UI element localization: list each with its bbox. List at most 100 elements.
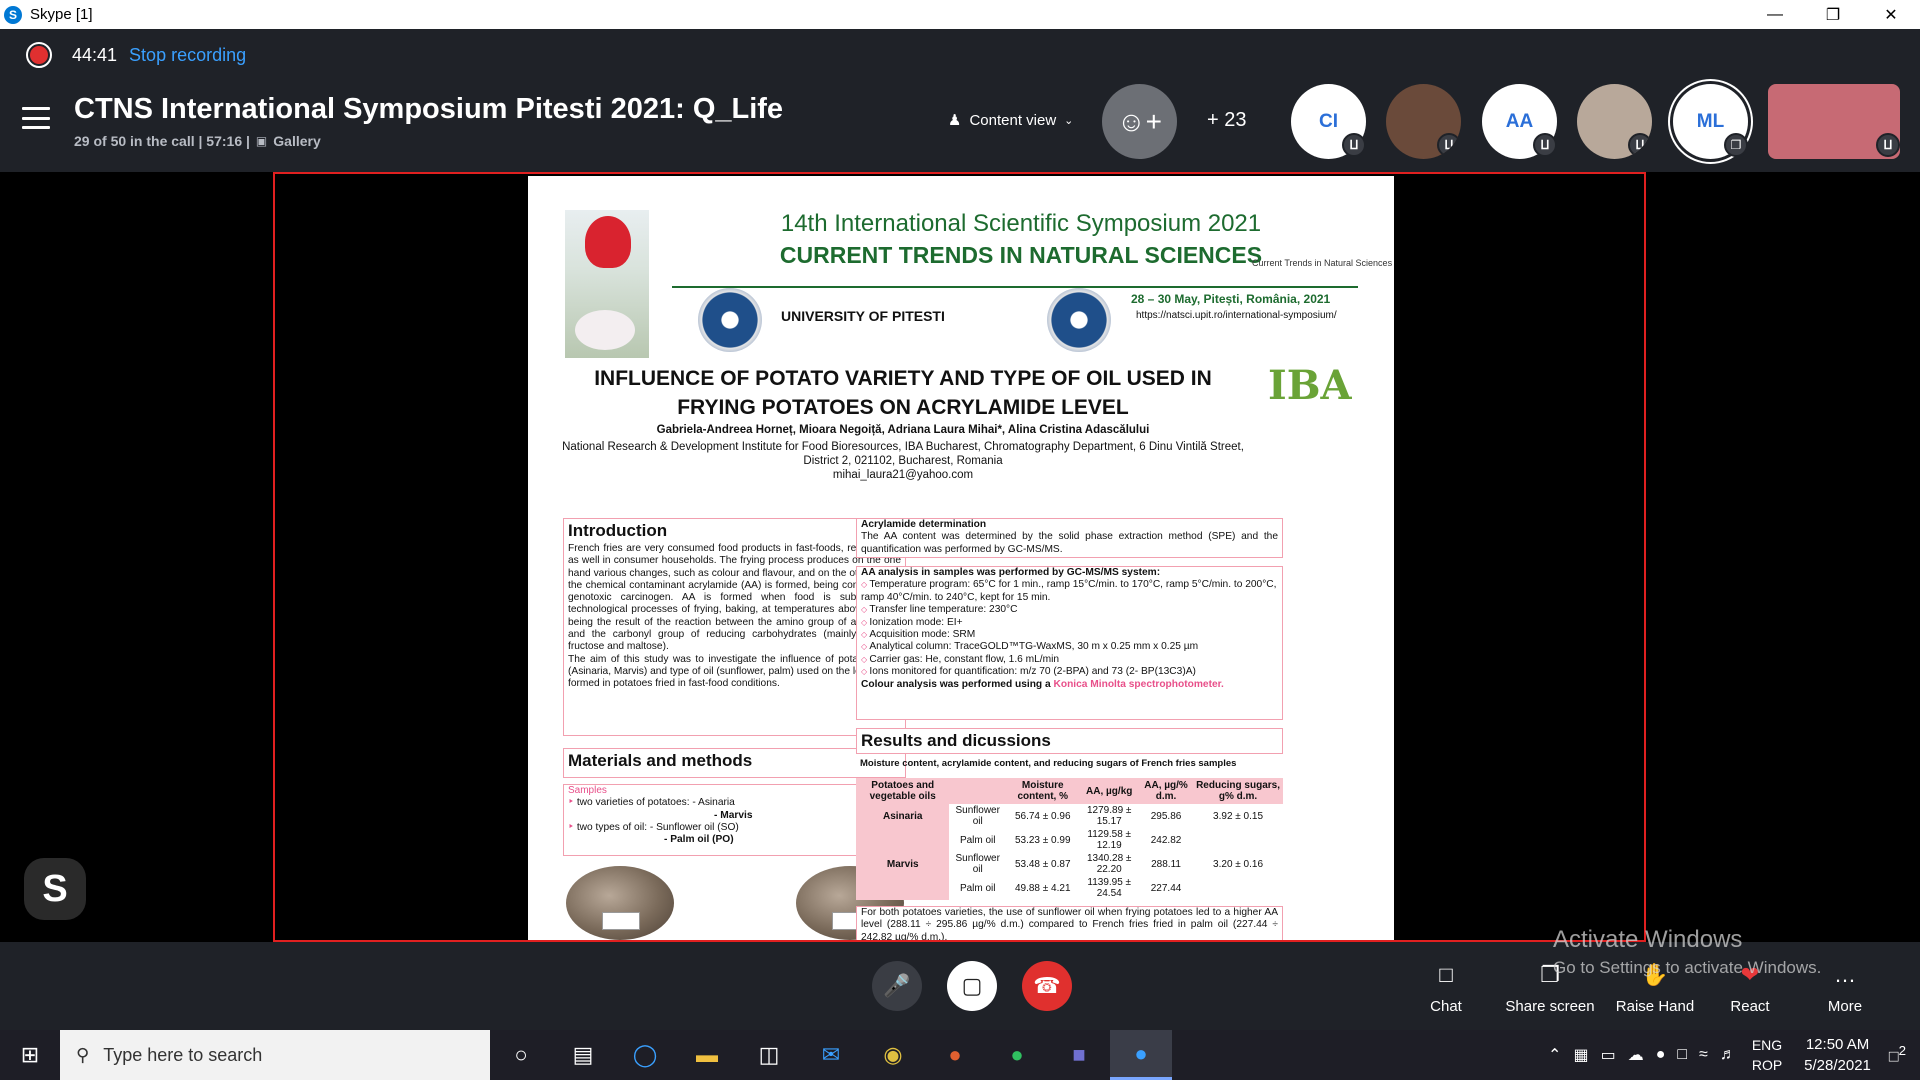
recording-bar: 44:41 Stop recording [26,39,246,71]
university-name: UNIVERSITY OF PITESTI [781,308,945,324]
notification-center-icon[interactable]: □2 [1889,1043,1906,1066]
call-stage: 14th International Scientific Symposium … [0,172,1920,942]
tray-chevron-up-icon[interactable]: ⌃ [1548,1045,1561,1065]
avatar-initials: AA [1505,110,1534,132]
mic-muted-icon: ⨿ [1876,133,1900,157]
view-mode[interactable]: Gallery [273,133,320,149]
microphone-icon[interactable]: ● [1656,1046,1666,1064]
more-label: More [1827,998,1863,1015]
methods-heading-box: Materials and methods [563,748,906,778]
chrome-icon[interactable]: ◉ [862,1030,924,1080]
volume-icon[interactable]: ♬ [1720,1046,1736,1064]
call-title: CTNS International Symposium Pitesti 202… [74,93,784,125]
table-header-row: Potatoes and vegetable oils Moisture con… [856,778,1283,804]
hang-up-button[interactable]: ☎ [1022,961,1072,1011]
poster-title: INFLUENCE OF POTATO VARIETY AND TYPE OF … [594,367,1212,419]
powerpoint-icon[interactable]: ● [924,1030,986,1080]
file-explorer-icon[interactable]: ▬ [676,1030,738,1080]
battery-icon[interactable]: ▭ [1601,1045,1616,1065]
gcms-parameter: Transfer line temperature: 230°C [861,604,1278,616]
add-people-button[interactable]: ☺+ [1102,84,1177,159]
affiliation-text: National Research & Development Institut… [562,441,1244,467]
divider [672,286,1358,288]
chat-label: Chat [1430,998,1462,1015]
watermark-subtitle: Go to Settings to activate Windows. [1553,958,1822,977]
samples-line: - Marvis [714,809,753,821]
symposium-title: 14th International Scientific Symposium … [780,210,1262,237]
results-heading-box: Results and dicussions [856,728,1283,754]
more-participants-count[interactable]: + 23 [1207,109,1246,132]
keyboard-layout: ROP [1751,1057,1783,1073]
wifi-icon[interactable]: ≈ [1699,1046,1708,1064]
clock-date: 5/28/2021 [1804,1057,1871,1074]
conclusion-box: For both potatoes varieties, the use of … [856,906,1283,940]
taskbar-search-box[interactable]: ⚲ Type here to search [60,1030,490,1080]
avatar[interactable]: AA ⨿ [1482,84,1557,159]
table-header: Moisture content, % [1006,778,1080,804]
security-icon[interactable]: □ [1677,1046,1687,1064]
poster-authors: Gabriela-Andreea Horneț, Mioara Negoiță,… [656,424,1150,436]
tray-device-icon[interactable]: ▦ [1573,1045,1588,1065]
edge-icon[interactable]: ◯ [614,1030,676,1080]
menu-icon[interactable] [22,107,50,129]
close-button[interactable]: ✕ [1862,0,1920,29]
introduction-text: French fries are very consumed food prod… [568,543,901,653]
record-icon [26,42,52,68]
content-view-label: Content view [969,111,1057,129]
window-controls: — ❐ ✕ [1746,0,1920,29]
restore-button[interactable]: ❐ [1804,0,1862,29]
samples-label: Samples [568,785,607,796]
skype-logo-icon[interactable]: S [24,858,86,920]
gcms-parameter: Ions monitored for quantification: m/z 7… [861,666,1278,678]
input-language[interactable]: ENG ROP [1752,1035,1782,1075]
phone-end-icon: ☎ [1033,973,1061,998]
gcms-parameter: Temperature program: 65°C for 1 min., ra… [861,579,1278,604]
introduction-heading: Introduction [568,521,668,540]
acrylamide-text: The AA content was determined by the sol… [861,531,1278,555]
stop-recording-link[interactable]: Stop recording [129,45,246,66]
taskbar-clock[interactable]: 12:50 AM 5/28/2021 [1804,1034,1871,1076]
video-button[interactable]: ▢ [947,961,997,1011]
chat-icon: □ [1439,962,1453,987]
watermark-title: Activate Windows [1553,926,1743,953]
minimize-button[interactable]: — [1746,0,1804,29]
table-header: AA, µg/% d.m. [1138,778,1194,804]
skype-taskbar-icon[interactable]: ● [1110,1030,1172,1080]
mic-muted-icon: ⨿ [1628,133,1652,157]
table-row: Palm oil 49.88 ± 4.21 1139.95 ± 24.54 22… [856,876,1283,900]
mail-icon[interactable]: ✉ [800,1030,862,1080]
table-row: Asinaria Sunflower oil 56.74 ± 0.96 1279… [856,804,1283,828]
mic-muted-icon: ⨿ [1437,133,1461,157]
spotify-icon[interactable]: ● [986,1030,1048,1080]
content-view-dropdown[interactable]: ♟ Content view ⌄ [948,111,1074,130]
video-tile[interactable]: ⨿ [1768,84,1900,159]
windows-start-icon[interactable]: ⊞ [0,1030,60,1080]
teams-icon[interactable]: ■ [1048,1030,1110,1080]
chevron-down-icon: ⌄ [1064,114,1074,127]
shared-screen: 14th International Scientific Symposium … [273,172,1646,942]
potato-image [566,866,674,940]
avatar[interactable]: ⨿ [1577,84,1652,159]
avatar-speaking[interactable]: ML ❐ [1673,84,1748,159]
search-icon: ⚲ [76,1044,90,1065]
window-title: Skype [1] [30,6,93,23]
mic-muted-icon: ⨿ [1533,133,1557,157]
task-view-icon[interactable]: ▤ [552,1030,614,1080]
search-placeholder: Type here to search [103,1044,263,1065]
introduction-aim: The aim of this study was to investigate… [568,653,901,690]
onedrive-icon[interactable]: ☁ [1628,1045,1644,1065]
cortana-icon[interactable]: ○ [490,1030,552,1080]
share-screen-label: Share screen [1505,998,1595,1015]
chat-button[interactable]: □ Chat [1386,962,1506,1015]
event-url: https://natsci.upit.ro/international-sym… [1136,310,1337,321]
avatar[interactable]: ⨿ [1386,84,1461,159]
iba-logo: IBA [1268,362,1352,409]
results-heading: Results and dicussions [861,731,1051,750]
store-icon[interactable]: ◫ [738,1030,800,1080]
call-header: 44:41 Stop recording CTNS International … [0,29,1920,172]
camera-icon: ▢ [961,973,983,998]
mute-button[interactable]: 🎤 [872,961,922,1011]
clock-time: 12:50 AM [1805,1036,1870,1053]
trends-logo: Current Trends in Natural Sciences [1252,258,1393,268]
avatar[interactable]: CI ⨿ [1291,84,1366,159]
